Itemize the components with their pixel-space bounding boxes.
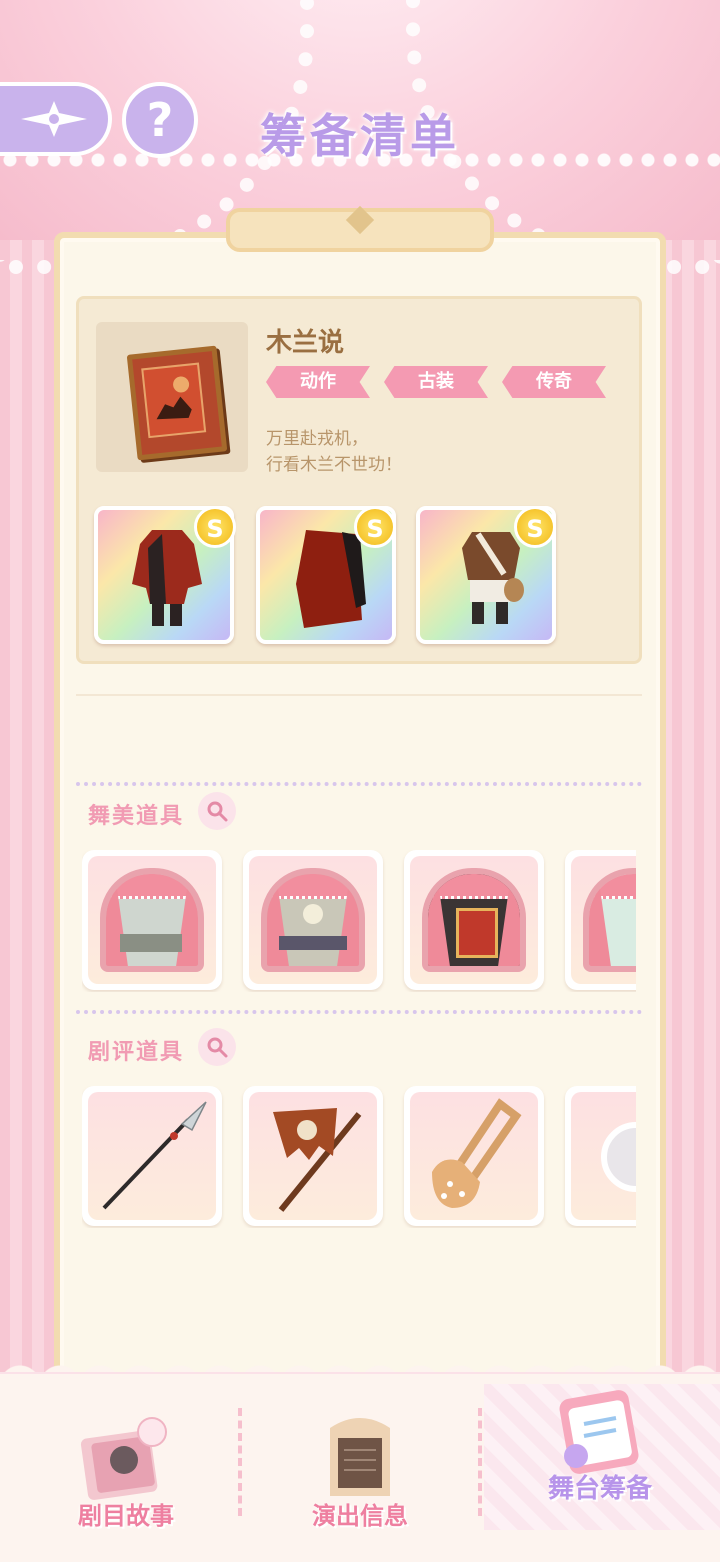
magnifier-icon — [207, 1037, 228, 1058]
tab-divider — [478, 1408, 482, 1516]
review-prop-item[interactable] — [82, 1086, 222, 1226]
outfit-slot-1[interactable]: S — [94, 506, 236, 644]
starry-scene-icon — [583, 868, 636, 972]
stage-props-list — [82, 850, 636, 992]
section-divider — [76, 1010, 642, 1014]
rarity-badge: S — [514, 506, 556, 548]
magnifier-icon — [207, 801, 228, 822]
war-banner-icon — [273, 1108, 362, 1212]
outfit-slot-2[interactable]: S — [256, 506, 396, 644]
drama-cover-book — [126, 345, 228, 461]
help-button[interactable]: ? — [122, 82, 198, 158]
outfit-slot-3[interactable]: S — [416, 506, 556, 644]
review-prop-item[interactable] — [565, 1086, 636, 1226]
rarity-badge: S — [354, 506, 396, 548]
tab-performance-info[interactable]: 演出信息 — [270, 1400, 450, 1540]
hall-scene-icon — [422, 868, 526, 972]
stage-prop-item[interactable] — [404, 850, 544, 990]
clipboard-icon — [559, 1390, 639, 1474]
genre-tag: 古装 — [384, 366, 488, 398]
tab-divider — [238, 1408, 242, 1516]
cover-illustration — [141, 362, 207, 439]
question-icon: ? — [146, 93, 174, 147]
stage-prop-item[interactable] — [82, 850, 222, 990]
storybook-icon — [80, 1417, 167, 1500]
back-button[interactable] — [0, 82, 112, 156]
review-props-search-button[interactable] — [198, 1028, 236, 1066]
review-prop-item[interactable] — [243, 1086, 383, 1226]
stage-scene-icon — [100, 868, 204, 972]
genre-tag: 动作 — [266, 366, 370, 398]
divider — [76, 694, 642, 696]
genre-tags: 动作 古装 传奇 — [266, 366, 606, 398]
tab-stage-prep-label: 舞台筹备 — [547, 1474, 652, 1504]
section-divider — [76, 782, 642, 786]
review-prop-item[interactable] — [404, 1086, 544, 1226]
info-board-icon — [330, 1418, 390, 1496]
drama-description: 万里赴戎机， 行看木兰不世功！ — [266, 429, 402, 475]
tab-performance-info-label: 演出信息 — [312, 1502, 408, 1530]
spear-icon — [102, 1101, 207, 1210]
tab-stage-prep[interactable]: 舞台筹备 — [500, 1384, 700, 1534]
battlefield-scene-icon — [261, 868, 365, 972]
page-title: 筹备清单 — [260, 109, 460, 163]
genre-tag: 传奇 — [502, 366, 606, 398]
review-props-title: 剧评道具 — [88, 1040, 185, 1065]
stage-prop-item[interactable] — [565, 850, 636, 990]
rarity-badge: S — [194, 506, 236, 548]
cloth-bag-icon — [432, 1098, 522, 1208]
compass-back-icon — [21, 101, 87, 137]
tab-stories[interactable]: 剧目故事 — [36, 1400, 216, 1540]
tab-stories-label: 剧目故事 — [78, 1502, 174, 1530]
stage-props-title: 舞美道具 — [88, 804, 185, 829]
review-props-list — [82, 1086, 636, 1228]
stage-prop-item[interactable] — [243, 850, 383, 990]
drama-name: 木兰说 — [266, 328, 345, 358]
stage-props-search-button[interactable] — [198, 792, 236, 830]
